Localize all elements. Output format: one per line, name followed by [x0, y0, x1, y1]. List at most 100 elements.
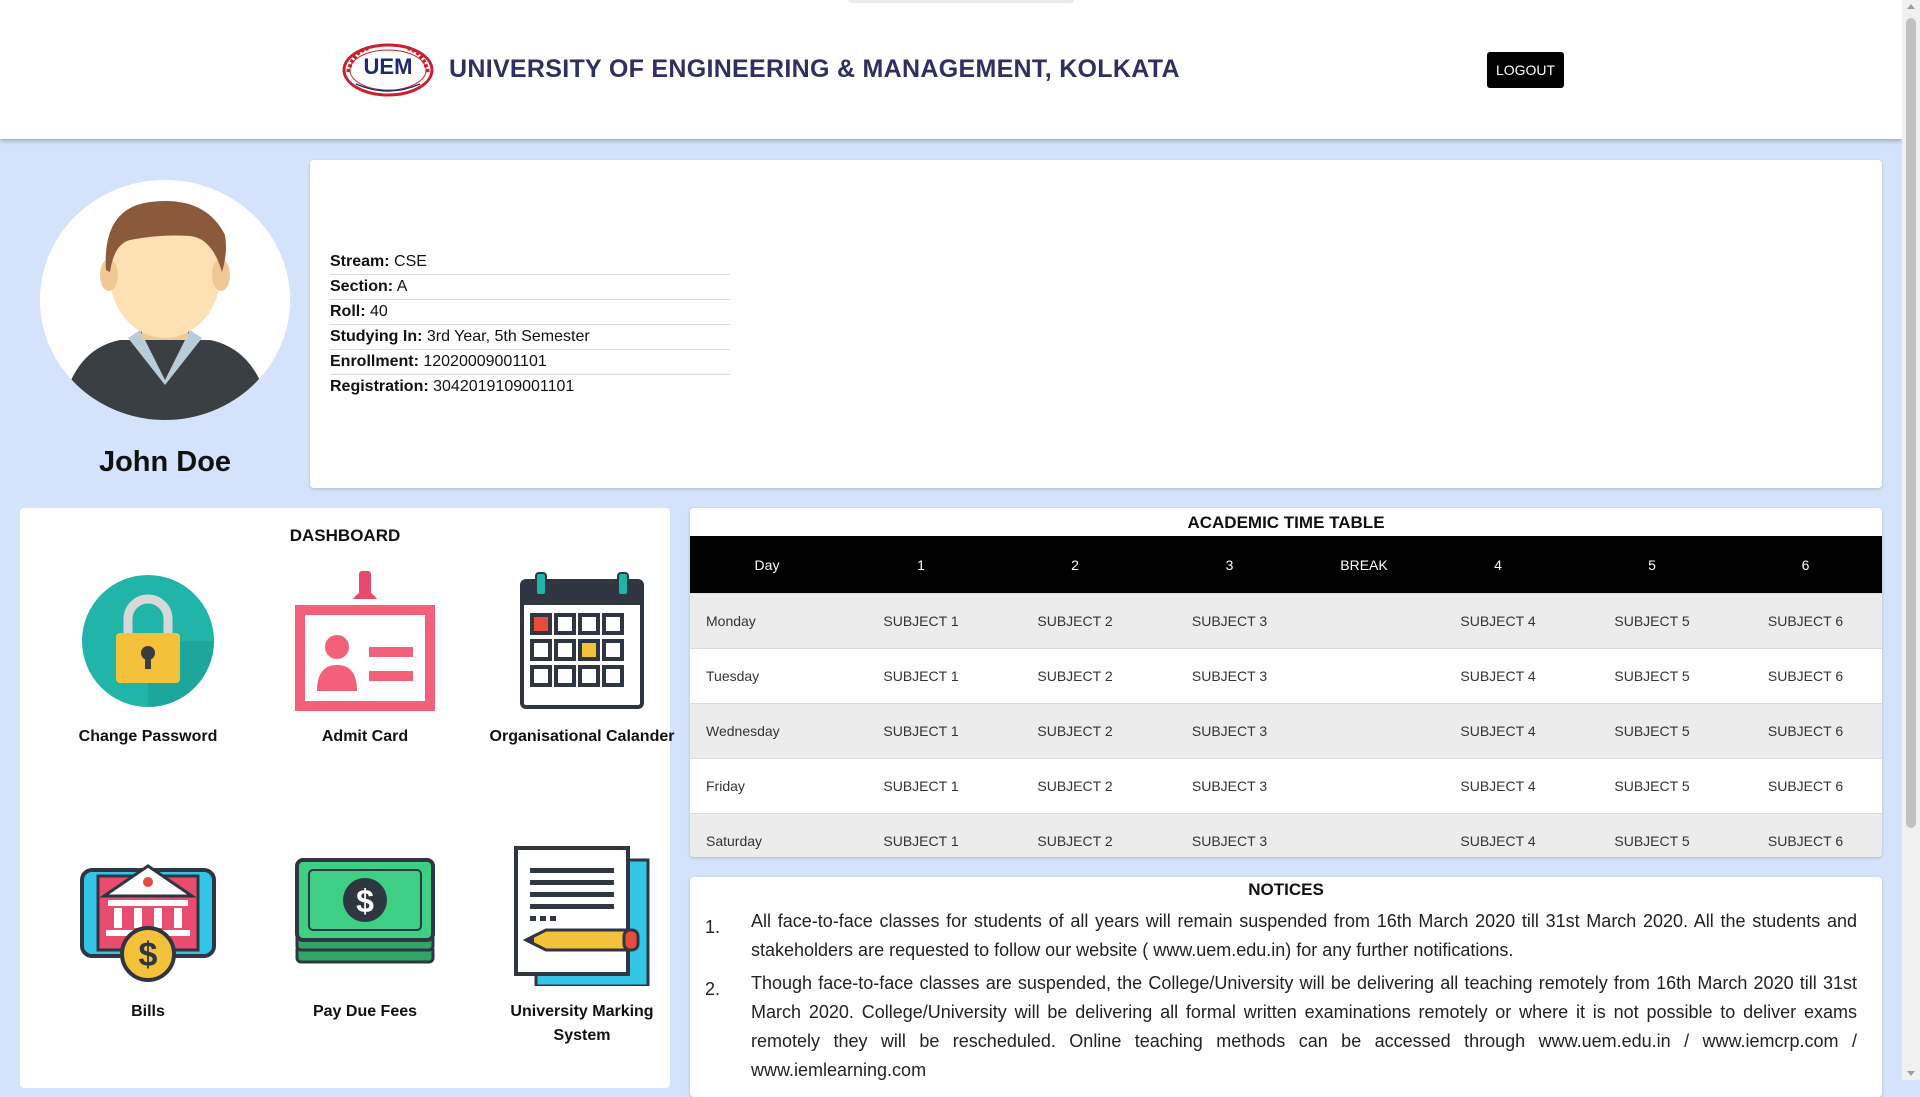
university-marking-system-tile[interactable]: University Marking System	[482, 846, 682, 1048]
admit-card-label: Admit Card	[321, 728, 409, 745]
logout-button[interactable]: LOGOUT	[1487, 52, 1564, 88]
notice-number: 2.	[705, 979, 721, 999]
scroll-down-icon[interactable]	[1907, 1071, 1915, 1076]
table-cell: SUBJECT 1	[844, 648, 998, 704]
svg-text:$: $	[356, 883, 374, 919]
student-name: John Doe	[98, 446, 232, 478]
header-cell: 1	[844, 536, 998, 594]
table-row: Monday SUBJECT 1 SUBJECT 2 SUBJECT 3 SUB…	[690, 593, 1882, 649]
break-cell	[1307, 758, 1421, 814]
day-cell: Monday	[690, 593, 844, 649]
table-cell: SUBJECT 2	[998, 593, 1152, 649]
table-cell: SUBJECT 6	[1729, 648, 1882, 704]
table-cell: SUBJECT 2	[998, 648, 1152, 704]
organisational-calendar-tile[interactable]: Organisational Calander	[482, 571, 682, 749]
info-stream: Stream: CSE	[330, 250, 730, 275]
university-name: UNIVERSITY OF ENGINEERING & MANAGEMENT, …	[449, 55, 1180, 83]
logo-icon: UEM	[342, 43, 434, 97]
page-scrollbar[interactable]	[1902, 0, 1920, 1080]
table-cell: SUBJECT 3	[1152, 813, 1307, 857]
header-cell: 2	[998, 536, 1152, 594]
table-row: Tuesday SUBJECT 1 SUBJECT 2 SUBJECT 3 SU…	[690, 648, 1882, 704]
table-cell: SUBJECT 5	[1575, 813, 1729, 857]
notice-item: 2. Though face-to-face classes are suspe…	[705, 969, 1857, 1085]
table-cell: SUBJECT 3	[1152, 703, 1307, 759]
table-cell: SUBJECT 6	[1729, 593, 1882, 649]
bill-icon: $	[80, 864, 216, 982]
student-info-list: Stream: CSE Section: A Roll: 40 Studying…	[330, 250, 730, 399]
header-cell: BREAK	[1307, 536, 1421, 594]
scroll-up-icon[interactable]	[1907, 4, 1915, 9]
notice-text: All face-to-face classes for students of…	[751, 911, 1857, 960]
table-cell: SUBJECT 3	[1152, 758, 1307, 814]
notices-title: NOTICES	[1248, 880, 1324, 899]
table-cell: SUBJECT 2	[998, 758, 1152, 814]
site-header: UEM UNIVERSITY OF ENGINEERING & MANAGEME…	[0, 0, 1902, 139]
table-cell: SUBJECT 6	[1729, 703, 1882, 759]
student-info-card: Stream: CSE Section: A Roll: 40 Studying…	[310, 160, 1882, 488]
svg-text:$: $	[139, 936, 158, 974]
info-section: Section: A	[330, 275, 730, 300]
day-cell: Wednesday	[690, 703, 844, 759]
header-cell: Day	[690, 536, 844, 594]
academic-timetable: ACADEMIC TIME TABLE Day 1 2 3 BREAK 4 5 …	[690, 508, 1882, 857]
table-cell: SUBJECT 5	[1575, 593, 1729, 649]
info-registration: Registration: 3042019109001101	[330, 378, 575, 395]
table-row: Saturday SUBJECT 1 SUBJECT 2 SUBJECT 3 S…	[690, 813, 1882, 857]
scroll-thumb[interactable]	[1906, 18, 1916, 828]
pay-due-fees-label: Pay Due Fees	[312, 1003, 418, 1020]
table-row: Wednesday SUBJECT 1 SUBJECT 2 SUBJECT 3 …	[690, 703, 1882, 759]
user-avatar-icon	[40, 180, 290, 420]
info-enrollment: Enrollment: 12020009001101	[330, 350, 730, 375]
table-cell: SUBJECT 5	[1575, 648, 1729, 704]
table-row: Friday SUBJECT 1 SUBJECT 2 SUBJECT 3 SUB…	[690, 758, 1882, 814]
table-cell: SUBJECT 1	[844, 758, 998, 814]
tab-hint	[848, 0, 1074, 3]
change-password-tile[interactable]: Change Password	[48, 571, 248, 749]
table-cell: SUBJECT 2	[998, 813, 1152, 857]
notice-text: Though face-to-face classes are suspende…	[751, 973, 1857, 1080]
bills-label: Bills	[131, 1003, 165, 1020]
pay-due-fees-tile[interactable]: $ Pay Due Fees	[265, 846, 465, 1024]
table-cell: SUBJECT 5	[1575, 758, 1729, 814]
table-cell: SUBJECT 4	[1421, 593, 1575, 649]
table-cell: SUBJECT 6	[1729, 813, 1882, 857]
table-cell: SUBJECT 4	[1421, 758, 1575, 814]
header-cell: 5	[1575, 536, 1729, 594]
table-cell: SUBJECT 5	[1575, 703, 1729, 759]
university-marking-system-label: University Marking System	[510, 1003, 654, 1044]
dashboard-title: DASHBOARD	[289, 526, 401, 545]
notice-item: 1. All face-to-face classes for students…	[705, 907, 1857, 965]
timetable-title: ACADEMIC TIME TABLE	[1187, 513, 1385, 532]
info-studying-in: Studying In: 3rd Year, 5th Semester	[330, 325, 730, 350]
table-cell: SUBJECT 3	[1152, 593, 1307, 649]
notices-panel: NOTICES 1. All face-to-face classes for …	[690, 877, 1882, 1097]
day-cell: Tuesday	[690, 648, 844, 704]
info-roll: Roll: 40	[330, 300, 730, 325]
change-password-label: Change Password	[78, 728, 218, 745]
header-cell: 6	[1729, 536, 1882, 594]
table-cell: SUBJECT 4	[1421, 813, 1575, 857]
day-cell: Friday	[690, 758, 844, 814]
header-cell: 4	[1421, 536, 1575, 594]
table-cell: SUBJECT 4	[1421, 703, 1575, 759]
uem-logo[interactable]: UEM	[340, 42, 436, 98]
logo-text: UEM	[364, 54, 413, 79]
notice-number: 1.	[705, 917, 721, 937]
break-cell	[1307, 703, 1421, 759]
document-pencil-icon	[514, 846, 650, 986]
break-cell	[1307, 813, 1421, 857]
table-cell: SUBJECT 6	[1729, 758, 1882, 814]
admit-card-tile[interactable]: Admit Card	[265, 571, 465, 749]
timetable-header-row: Day 1 2 3 BREAK 4 5 6	[690, 536, 1882, 594]
bills-tile[interactable]: $ Bills	[48, 846, 248, 1024]
avatar	[40, 180, 290, 420]
id-card-icon	[295, 571, 435, 711]
timetable-table: Day 1 2 3 BREAK 4 5 6 Monday SUBJECT 1 S…	[690, 536, 1882, 857]
calendar-icon	[520, 572, 644, 709]
cash-icon: $	[295, 858, 435, 964]
organisational-calendar-label: Organisational Calander	[489, 728, 675, 745]
day-cell: Saturday	[690, 813, 844, 857]
table-cell: SUBJECT 2	[998, 703, 1152, 759]
table-cell: SUBJECT 1	[844, 813, 998, 857]
